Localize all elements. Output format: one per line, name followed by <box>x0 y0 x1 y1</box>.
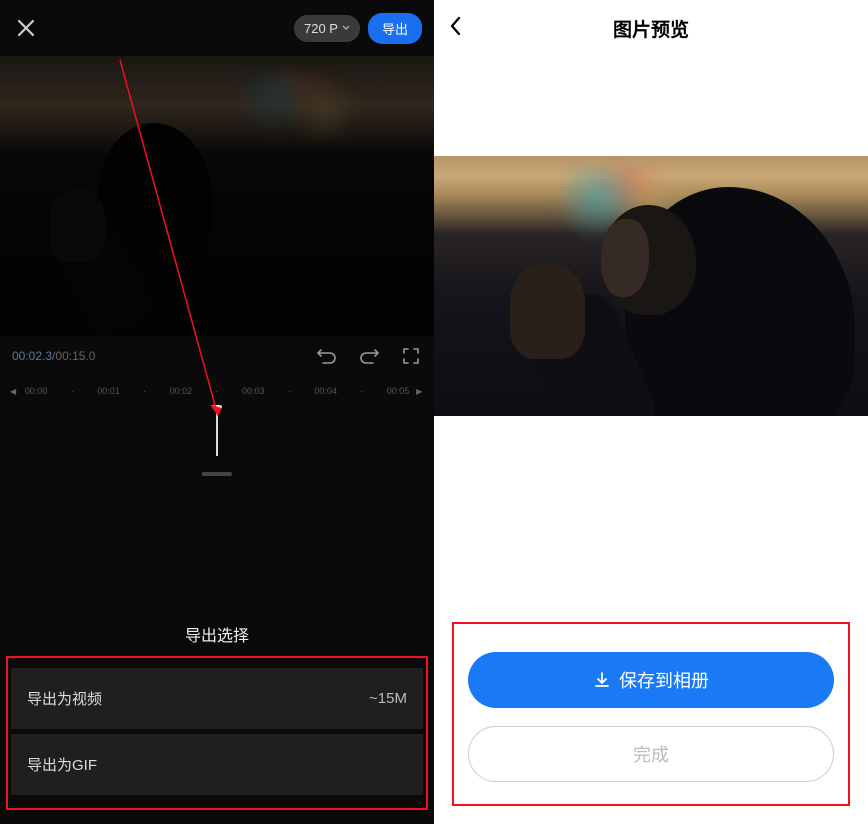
ruler-dot: · <box>344 386 380 396</box>
ruler-dot: · <box>54 386 90 396</box>
ruler-dot: · <box>127 386 163 396</box>
ruler-tick: 00:02 <box>163 386 199 396</box>
undo-icon[interactable] <box>316 345 338 367</box>
export-gif-label: 导出为GIF <box>27 754 97 775</box>
export-label: 导出 <box>382 22 408 37</box>
ruler-dot: · <box>199 386 235 396</box>
done-label: 完成 <box>633 741 669 767</box>
time-display: 00:02.3/00:15.0 <box>12 349 95 363</box>
export-as-video-option[interactable]: 导出为视频 ~15M <box>11 668 423 729</box>
back-icon[interactable] <box>448 15 476 42</box>
sheet-drag-handle[interactable] <box>202 472 232 476</box>
ruler-prev-icon[interactable]: ◀ <box>10 387 18 396</box>
export-button[interactable]: 导出 <box>368 13 422 44</box>
resolution-label: 720 P <box>304 21 338 36</box>
ruler-tick: 00:03 <box>235 386 271 396</box>
redo-icon[interactable] <box>358 345 380 367</box>
timeline-track[interactable] <box>0 406 434 486</box>
ruler-next-icon[interactable]: ▶ <box>416 387 424 396</box>
preview-title: 图片预览 <box>476 15 854 42</box>
editor-topbar: 720 P 导出 <box>0 0 434 56</box>
video-preview[interactable] <box>0 56 434 336</box>
resolution-dropdown[interactable]: 720 P <box>294 15 360 42</box>
preview-image <box>434 156 868 416</box>
dim-overlay <box>0 56 434 336</box>
annotation-box-left: 导出为视频 ~15M 导出为GIF <box>6 656 428 810</box>
save-to-album-button[interactable]: 保存到相册 <box>468 652 834 708</box>
playback-controls: 00:02.3/00:15.0 <box>0 336 434 376</box>
image-preview-screen: 图片预览 保存到相册 完成 <box>434 0 868 824</box>
topbar-right: 720 P 导出 <box>294 13 422 44</box>
download-icon <box>593 671 611 689</box>
video-editor-screen: 720 P 导出 00:02.3/00:15.0 <box>0 0 434 824</box>
done-button[interactable]: 完成 <box>468 726 834 782</box>
export-video-size: ~15M <box>369 690 407 707</box>
time-total: 00:15.0 <box>55 349 95 363</box>
preview-topbar: 图片预览 <box>434 0 868 56</box>
fullscreen-icon[interactable] <box>400 345 422 367</box>
ruler-tick: 00:04 <box>308 386 344 396</box>
close-icon[interactable] <box>12 14 40 42</box>
chevron-down-icon <box>342 25 350 31</box>
playhead[interactable] <box>216 406 218 456</box>
ruler-tick: 00:01 <box>90 386 126 396</box>
time-current: 00:02.3 <box>12 349 52 363</box>
export-sheet: 导出选择 导出为视频 ~15M 导出为GIF <box>0 614 434 824</box>
ruler-tick: 00:05 <box>380 386 416 396</box>
control-icons <box>316 345 422 367</box>
ruler-dot: · <box>271 386 307 396</box>
export-as-gif-option[interactable]: 导出为GIF <box>11 734 423 795</box>
export-video-label: 导出为视频 <box>27 688 102 709</box>
timeline-ruler[interactable]: ◀ 00:00 · 00:01 · 00:02 · 00:03 · 00:04 … <box>0 376 434 406</box>
save-label: 保存到相册 <box>619 667 709 693</box>
annotation-box-right: 保存到相册 完成 <box>452 622 850 806</box>
export-sheet-title: 导出选择 <box>0 614 434 656</box>
ruler-tick: 00:00 <box>18 386 54 396</box>
